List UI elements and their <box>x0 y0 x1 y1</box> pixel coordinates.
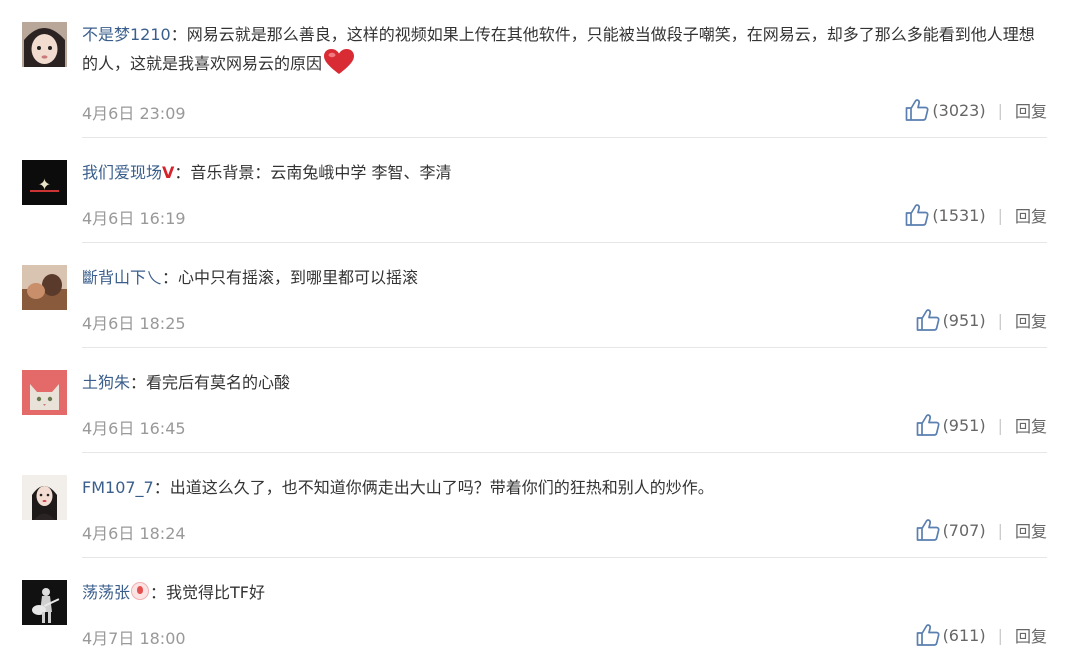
heart-emoji-icon <box>324 49 355 84</box>
reply-button[interactable]: 回复 <box>1015 623 1047 647</box>
divider <box>82 242 1047 243</box>
username-link[interactable]: 不是梦1210 <box>82 25 171 44</box>
separator: | <box>997 310 1003 330</box>
avatar[interactable] <box>22 475 67 520</box>
divider <box>82 557 1047 558</box>
comment-text: 音乐背景：云南兔峨中学 李智、李清 <box>190 163 452 182</box>
avatar-logo-image: ✦ <box>22 160 67 205</box>
avatar-portrait-image <box>22 475 67 520</box>
comment-text: 看完后有莫名的心酸 <box>146 373 291 392</box>
comment-body: 斷背山下乀：心中只有摇滚，到哪里都可以摇滚 <box>82 264 1047 292</box>
colon: ： <box>170 25 187 44</box>
comment-actions: (1531) | 回复 <box>905 203 1047 227</box>
avatar-cat-image <box>22 370 67 415</box>
colon: ： <box>130 373 147 392</box>
colon: ： <box>162 268 179 287</box>
like-count[interactable]: (951) <box>943 311 986 330</box>
like-count[interactable]: (3023) <box>932 101 985 120</box>
comment-date: 4月7日 18:00 <box>82 629 186 648</box>
verified-badge-icon: V <box>162 163 175 182</box>
avatar[interactable] <box>22 265 67 310</box>
username-link[interactable]: FM107_7 <box>82 478 154 497</box>
avatar[interactable]: ✦ <box>22 160 67 205</box>
comment-list: 不是梦1210：网易云就是那么善良，这样的视频如果上传在其他软件，只能被当做段子… <box>0 0 1068 657</box>
thumbs-up-icon[interactable] <box>916 624 940 646</box>
comment-body: 土狗朱：看完后有莫名的心酸 <box>82 369 1047 397</box>
comment-actions: (951) | 回复 <box>916 413 1047 437</box>
thumbs-up-icon[interactable] <box>905 99 929 121</box>
username-link[interactable]: 土狗朱 <box>82 373 130 392</box>
comment-body: FM107_7：出道这么久了，也不知道你俩走出大山了吗？带着你们的狂热和别人的炒… <box>82 474 1047 502</box>
thumbs-up-icon[interactable] <box>916 519 940 541</box>
avatar-photo-image <box>22 265 67 310</box>
like-count[interactable]: (1531) <box>932 206 985 225</box>
username-link[interactable]: 荡荡张 <box>82 583 130 602</box>
avatar[interactable] <box>22 22 67 67</box>
like-count[interactable]: (611) <box>943 626 986 645</box>
separator: | <box>997 520 1003 540</box>
reply-button[interactable]: 回复 <box>1015 518 1047 542</box>
thumbs-up-icon[interactable] <box>916 414 940 436</box>
comment-actions: (707) | 回复 <box>916 518 1047 542</box>
comment-text: 我觉得比TF好 <box>166 583 266 602</box>
avatar[interactable] <box>22 580 67 625</box>
colon: ： <box>153 478 170 497</box>
separator: | <box>997 415 1003 435</box>
comment-date: 4月6日 23:09 <box>82 104 186 123</box>
comment-date: 4月6日 16:19 <box>82 209 186 228</box>
comment-text: 出道这么久了，也不知道你俩走出大山了吗？带着你们的狂热和别人的炒作。 <box>169 478 714 497</box>
separator: | <box>997 625 1003 645</box>
divider <box>82 137 1047 138</box>
thumbs-up-icon[interactable] <box>905 204 929 226</box>
divider <box>82 347 1047 348</box>
comment-body: 荡荡张 ：我觉得比TF好 <box>82 579 1047 607</box>
comment-actions: (951) | 回复 <box>916 308 1047 332</box>
comment-body: 不是梦1210：网易云就是那么善良，这样的视频如果上传在其他软件，只能被当做段子… <box>82 21 1047 84</box>
comment-date: 4月6日 18:24 <box>82 524 186 543</box>
comment-text: 网易云就是那么善良，这样的视频如果上传在其他软件，只能被当做段子嘲笑，在网易云，… <box>82 25 1035 73</box>
separator: | <box>997 100 1003 120</box>
divider <box>82 452 1047 453</box>
thumbs-up-icon[interactable] <box>916 309 940 331</box>
reply-button[interactable]: 回复 <box>1015 308 1047 332</box>
reply-button[interactable]: 回复 <box>1015 203 1047 227</box>
comment-date: 4月6日 16:45 <box>82 419 186 438</box>
avatar-guitarist-image <box>22 580 67 625</box>
separator: | <box>997 205 1003 225</box>
comment-date: 4月6日 18:25 <box>82 314 186 333</box>
reply-button[interactable]: 回复 <box>1015 413 1047 437</box>
comment-actions: (611) | 回复 <box>916 623 1047 647</box>
avatar-girl-image <box>22 22 67 67</box>
like-count[interactable]: (707) <box>943 521 986 540</box>
comment-actions: (3023) | 回复 <box>905 98 1047 122</box>
comment-body: 我们爱现场V：音乐背景：云南兔峨中学 李智、李清 <box>82 159 1047 187</box>
colon: ： <box>150 583 167 602</box>
fire-badge-icon <box>131 582 150 600</box>
comment-text: 心中只有摇滚，到哪里都可以摇滚 <box>178 268 419 287</box>
avatar[interactable] <box>22 370 67 415</box>
username-link[interactable]: 斷背山下乀 <box>82 268 162 287</box>
colon: ： <box>174 163 191 182</box>
like-count[interactable]: (951) <box>943 416 986 435</box>
username-link[interactable]: 我们爱现场 <box>82 163 162 182</box>
reply-button[interactable]: 回复 <box>1015 98 1047 122</box>
